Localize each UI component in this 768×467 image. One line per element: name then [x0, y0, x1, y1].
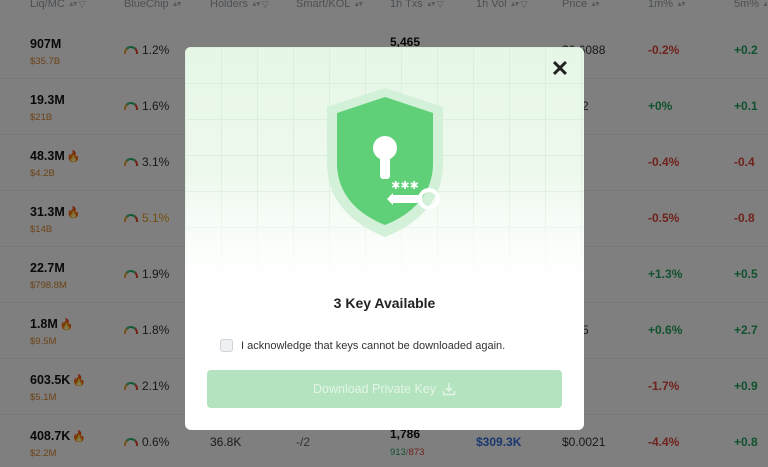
download-button-label: Download Private Key: [313, 382, 436, 396]
shield-code: ✱✱✱: [391, 179, 419, 192]
private-key-modal: ✕ ✱✱✱ 3 Key Available I acknowledge that…: [185, 47, 584, 430]
acknowledge-label[interactable]: I acknowledge that keys cannot be downlo…: [241, 340, 505, 352]
download-private-key-button[interactable]: Download Private Key: [207, 370, 562, 408]
download-icon: [442, 383, 456, 396]
acknowledge-checkbox[interactable]: [220, 339, 233, 352]
shield-key-icon: ✱✱✱: [327, 88, 443, 237]
close-icon[interactable]: ✕: [548, 57, 572, 81]
modal-title: 3 Key Available: [333, 295, 436, 311]
acknowledge-row[interactable]: I acknowledge that keys cannot be downlo…: [220, 339, 505, 352]
